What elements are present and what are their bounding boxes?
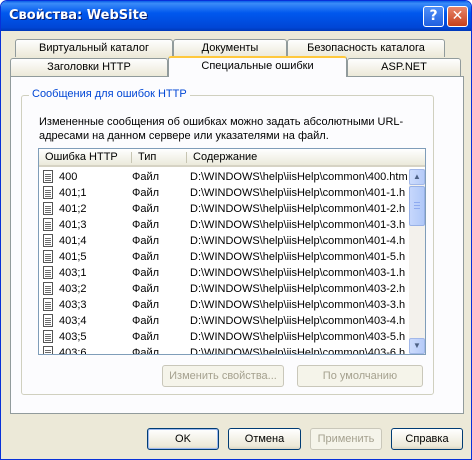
cell-content: D:\WINDOWS\help\iisHelp\common\403-1.h (190, 267, 406, 279)
cell-content: D:\WINDOWS\help\iisHelp\common\401-2.h (190, 203, 406, 215)
table-row[interactable]: 401;5 Файл D:\WINDOWS\help\iisHelp\common\… (39, 249, 409, 265)
cell-type: Файл (132, 187, 160, 199)
tab-row-front: Заголовки HTTP Специальные ошибки ASP.NE… (1, 56, 471, 77)
document-icon (43, 186, 53, 199)
set-default-button[interactable]: По умолчанию (297, 365, 423, 387)
cell-type: Файл (132, 171, 160, 183)
cell-http-error: 401;3 (59, 219, 87, 231)
tab-row-back: Виртуальный каталог Документы Безопаснос… (1, 39, 471, 57)
document-icon (43, 282, 53, 295)
cell-http-error: 401;2 (59, 203, 87, 215)
cell-type: Файл (132, 347, 160, 355)
document-icon (43, 218, 53, 231)
document-icon (43, 170, 53, 183)
tab-virtual-directory[interactable]: Виртуальный каталог (15, 39, 173, 57)
table-row[interactable]: 403;6 Файл D:\WINDOWS\help\iisHelp\common\… (39, 345, 409, 355)
document-icon (43, 266, 53, 279)
cell-http-error: 401;1 (59, 187, 87, 199)
table-row[interactable]: 400 Файл D:\WINDOWS\help\iisHelp\common\40… (39, 169, 409, 185)
cell-http-error: 403;3 (59, 299, 87, 311)
cell-http-error: 403;1 (59, 267, 87, 279)
document-icon (43, 250, 53, 263)
list-rows: 400 Файл D:\WINDOWS\help\iisHelp\common\40… (39, 169, 409, 355)
table-row[interactable]: 401;1 Файл D:\WINDOWS\help\iisHelp\common\… (39, 185, 409, 201)
cell-http-error: 401;5 (59, 251, 87, 263)
cell-content: D:\WINDOWS\help\iisHelp\common\401-1.h (190, 187, 406, 199)
group-description: Измененные сообщения об ошибках можно за… (39, 116, 404, 142)
table-row[interactable]: 403;4 Файл D:\WINDOWS\help\iisHelp\common\… (39, 313, 409, 329)
document-icon (43, 330, 53, 343)
table-row[interactable]: 401;2 Файл D:\WINDOWS\help\iisHelp\common\… (39, 201, 409, 217)
cell-type: Файл (132, 235, 160, 247)
cell-type: Файл (132, 299, 160, 311)
cell-type: Файл (132, 267, 160, 279)
apply-button[interactable]: Применить (310, 428, 382, 450)
cell-http-error: 403;5 (59, 331, 87, 343)
properties-dialog: Свойства: WebSite ? ✕ Виртуальный катало… (0, 0, 472, 460)
scroll-up-arrow-icon[interactable]: ▲ (409, 169, 425, 185)
scroll-thumb[interactable] (409, 186, 425, 226)
cell-http-error: 403;6 (59, 347, 87, 355)
document-icon (43, 298, 53, 311)
error-list[interactable]: Ошибка HTTP Тип Содержание 400 Файл D:\WIN… (38, 148, 426, 355)
column-header-http-error[interactable]: Ошибка HTTP (39, 149, 131, 165)
title-bar[interactable]: Свойства: WebSite ? ✕ (1, 1, 471, 31)
help-button[interactable]: Справка (391, 428, 463, 450)
document-icon (43, 346, 53, 354)
cell-http-error: 403;4 (59, 315, 87, 327)
cell-http-error: 401;4 (59, 235, 87, 247)
cell-type: Файл (132, 251, 160, 263)
cell-content: D:\WINDOWS\help\iisHelp\common\403-5.h (190, 331, 406, 343)
cell-content: D:\WINDOWS\help\iisHelp\common\401-5.h (190, 251, 406, 263)
cell-content: D:\WINDOWS\help\iisHelp\common\401-3.h (190, 219, 406, 231)
document-icon (43, 234, 53, 247)
tab-custom-errors[interactable]: Специальные ошибки (168, 56, 347, 77)
close-icon[interactable]: ✕ (447, 6, 468, 27)
vertical-scrollbar[interactable]: ▲ ▼ (409, 169, 425, 354)
ok-button[interactable]: OK (147, 428, 219, 450)
cell-type: Файл (132, 331, 160, 343)
cell-type: Файл (132, 283, 160, 295)
table-row[interactable]: 401;3 Файл D:\WINDOWS\help\iisHelp\common\… (39, 217, 409, 233)
cell-type: Файл (132, 203, 160, 215)
cancel-button[interactable]: Отмена (228, 428, 301, 450)
cell-content: D:\WINDOWS\help\iisHelp\common\403-4.h (190, 315, 406, 327)
tab-documents[interactable]: Документы (173, 39, 287, 57)
help-icon[interactable]: ? (423, 6, 444, 27)
cell-content: D:\WINDOWS\help\iisHelp\common\403-3.h (190, 299, 406, 311)
document-icon (43, 202, 53, 215)
cell-type: Файл (132, 315, 160, 327)
table-row[interactable]: 403;3 Файл D:\WINDOWS\help\iisHelp\common\… (39, 297, 409, 313)
tab-directory-security[interactable]: Безопасность каталога (287, 39, 445, 57)
cell-content: D:\WINDOWS\help\iisHelp\common\400.htm (190, 171, 408, 183)
column-header-content[interactable]: Содержание (187, 149, 425, 165)
list-header: Ошибка HTTP Тип Содержание (39, 149, 425, 167)
cell-http-error: 400 (59, 171, 78, 183)
cell-content: D:\WINDOWS\help\iisHelp\common\403-6.h (190, 347, 406, 355)
table-row[interactable]: 401;4 Файл D:\WINDOWS\help\iisHelp\common\… (39, 233, 409, 249)
cell-type: Файл (132, 219, 160, 231)
group-title: Сообщения для ошибок HTTP (29, 88, 190, 100)
table-row[interactable]: 403;2 Файл D:\WINDOWS\help\iisHelp\common\… (39, 281, 409, 297)
cell-content: D:\WINDOWS\help\iisHelp\common\403-2.h (190, 283, 406, 295)
table-row[interactable]: 403;5 Файл D:\WINDOWS\help\iisHelp\common\… (39, 329, 409, 345)
tab-http-headers[interactable]: Заголовки HTTP (10, 58, 168, 76)
document-icon (43, 314, 53, 327)
table-row[interactable]: 403;1 Файл D:\WINDOWS\help\iisHelp\common\… (39, 265, 409, 281)
cell-http-error: 403;2 (59, 283, 87, 295)
cell-content: D:\WINDOWS\help\iisHelp\common\401-4.h (190, 235, 406, 247)
edit-properties-button[interactable]: Изменить свойства... (162, 365, 284, 387)
column-header-type[interactable]: Тип (132, 149, 186, 165)
scroll-down-arrow-icon[interactable]: ▼ (409, 338, 425, 354)
tab-aspnet[interactable]: ASP.NET (347, 58, 461, 76)
window-title: Свойства: WebSite (9, 8, 148, 23)
